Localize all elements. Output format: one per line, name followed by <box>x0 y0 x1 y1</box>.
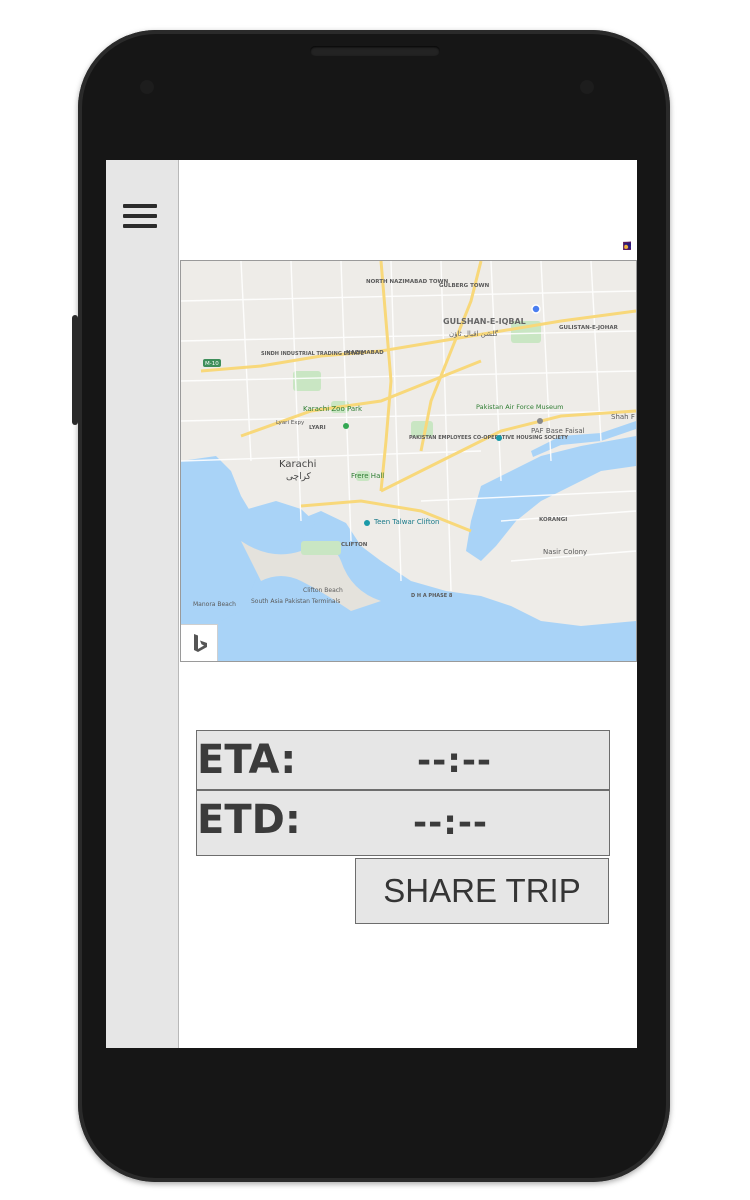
eta-row: ETA: --:-- <box>196 730 610 790</box>
eta-value: --:-- <box>417 741 493 781</box>
svg-text:Frere Hall: Frere Hall <box>351 472 384 480</box>
svg-text:KORANGI: KORANGI <box>539 517 567 523</box>
trip-times: ETA: --:-- ETD: --:-- <box>196 730 610 856</box>
bing-icon[interactable] <box>181 624 218 661</box>
svg-text:PAKISTAN EMPLOYEES CO-OPERATIV: PAKISTAN EMPLOYEES CO-OPERATIVE HOUSING … <box>409 435 568 441</box>
etd-label: ETD: <box>197 797 301 843</box>
svg-text:D H A PHASE 8: D H A PHASE 8 <box>411 593 453 599</box>
svg-text:CLIFTON: CLIFTON <box>341 542 368 548</box>
app-screen: مسافر <box>106 160 637 1048</box>
svg-text:Nasir Colony: Nasir Colony <box>543 548 587 556</box>
svg-text:Lyari Expy: Lyari Expy <box>276 420 305 426</box>
map-view[interactable]: NORTH NAZIMABAD TOWN GULBERG TOWN GULSHA… <box>180 260 637 662</box>
svg-text:NORTH NAZIMABAD TOWN: NORTH NAZIMABAD TOWN <box>366 279 449 285</box>
front-camera <box>580 80 594 94</box>
volume-button <box>72 315 78 425</box>
etd-row: ETD: --:-- <box>196 790 610 856</box>
eta-label: ETA: <box>197 737 297 783</box>
svg-text:Karachi: Karachi <box>279 459 316 470</box>
sidebar <box>106 160 179 1048</box>
svg-text:LYARI: LYARI <box>309 425 326 431</box>
svg-text:GULISTAN-E-JOHAR: GULISTAN-E-JOHAR <box>559 325 619 331</box>
svg-text:کراچی: کراچی <box>286 472 312 482</box>
share-trip-button[interactable]: SHARE TRIP <box>355 858 609 924</box>
speaker-grille <box>310 46 440 56</box>
svg-text:GULBERG TOWN: GULBERG TOWN <box>439 283 490 289</box>
svg-text:Pakistan Air Force Museum: Pakistan Air Force Museum <box>476 403 564 411</box>
etd-value: --:-- <box>413 803 489 843</box>
front-sensor <box>140 80 154 94</box>
svg-text:M-10: M-10 <box>205 361 219 367</box>
svg-text:South Asia Pakistan Terminals: South Asia Pakistan Terminals <box>251 598 340 605</box>
svg-text:مسافر: مسافر <box>623 185 631 250</box>
svg-text:SINDH INDUSTRIAL TRADING ESTAT: SINDH INDUSTRIAL TRADING ESTATE <box>261 351 365 357</box>
hamburger-menu-icon[interactable] <box>123 204 157 230</box>
svg-text:گلشن اقبال ٹاؤن: گلشن اقبال ٹاؤن <box>449 329 499 338</box>
svg-text:Karachi Zoo Park: Karachi Zoo Park <box>303 405 363 413</box>
app-logo: مسافر <box>461 178 637 250</box>
svg-text:Teen Talwar Clifton: Teen Talwar Clifton <box>373 518 439 526</box>
svg-text:Clifton Beach: Clifton Beach <box>303 587 343 594</box>
svg-text:PAF Base Faisal: PAF Base Faisal <box>531 427 585 435</box>
svg-text:GULSHAN-E-IQBAL: GULSHAN-E-IQBAL <box>443 317 526 326</box>
svg-text:Shah F Tow: Shah F Tow <box>611 413 636 421</box>
svg-text:Manora Beach: Manora Beach <box>193 601 236 608</box>
